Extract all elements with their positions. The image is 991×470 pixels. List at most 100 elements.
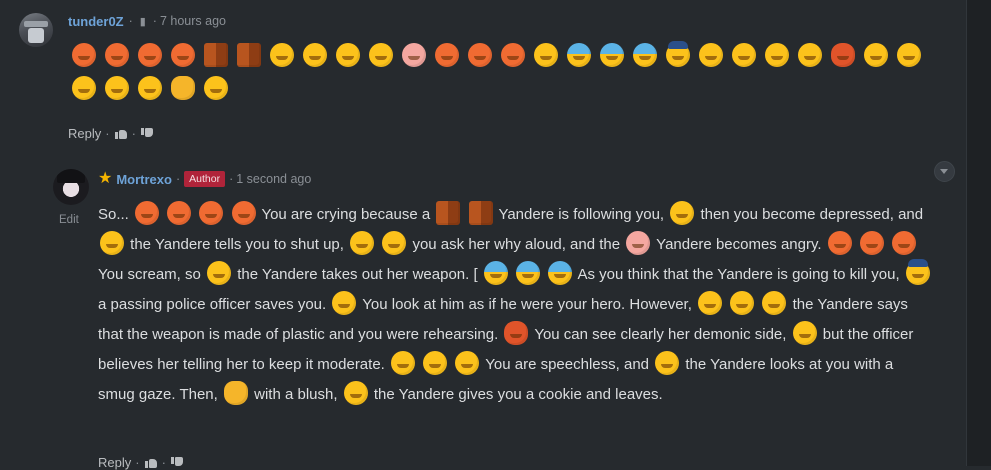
comment-text: then you become depressed, and — [700, 206, 924, 223]
tears-of-joy-icon — [171, 43, 195, 67]
tears-of-joy-icon — [199, 201, 224, 225]
comment-text: You can see clearly her demonic side, — [534, 326, 787, 343]
tears-of-joy-icon — [135, 201, 160, 225]
comment-text: the Yandere gives you a cookie and leave… — [373, 386, 663, 403]
comment-body: So... You are crying because a Yandere i… — [98, 200, 933, 410]
thinking-icon — [382, 231, 407, 255]
zipper-mouth-icon — [391, 351, 416, 375]
blushing-cat-icon — [171, 76, 195, 100]
cookie-face-icon — [204, 76, 228, 100]
winking-tongue-icon — [864, 43, 888, 67]
edit-link[interactable]: Edit — [59, 214, 79, 226]
timestamp[interactable]: 1 second ago — [236, 172, 311, 186]
smirking-icon — [138, 76, 162, 100]
comment-header: tunder0Z · ▮ · 7 hours ago — [68, 12, 226, 30]
angry-face-icon — [626, 231, 651, 255]
fearful-icon — [548, 261, 573, 285]
frowning-icon — [670, 201, 695, 225]
comment-text: You are crying because a — [261, 206, 431, 223]
tears-of-joy-icon — [501, 43, 525, 67]
zipper-mouth-icon — [897, 43, 921, 67]
devil-icon — [504, 321, 529, 345]
username[interactable]: tunder0Z — [68, 14, 124, 29]
comment-header: ★ Mortrexo · Author · 1 second ago — [98, 169, 311, 189]
username[interactable]: Mortrexo — [116, 172, 172, 187]
comment-text: Yandere becomes angry. — [656, 236, 822, 253]
sunglasses-knife-icon — [534, 43, 558, 67]
comment-text: you ask her why aloud, and the — [412, 236, 621, 253]
squinting-icon — [732, 43, 756, 67]
squinting-icon — [698, 291, 723, 315]
smirking-icon — [655, 351, 680, 375]
tears-of-joy-icon — [859, 231, 884, 255]
comment-text: the Yandere takes out her weapon. [ — [237, 266, 478, 283]
shushing-icon — [303, 43, 327, 67]
separator: · — [229, 172, 234, 186]
sunglasses-knife-icon — [207, 261, 232, 285]
devil-icon — [831, 43, 855, 67]
avatar[interactable] — [53, 169, 89, 205]
chevron-down-icon[interactable] — [934, 161, 955, 182]
zipper-mouth-icon — [455, 351, 480, 375]
separator: · — [152, 14, 157, 28]
brick-wall-runner-icon — [237, 43, 261, 67]
scrollbar-track[interactable] — [966, 0, 991, 466]
tears-of-joy-icon — [827, 231, 852, 255]
star-icon: ★ — [98, 170, 113, 187]
avatar[interactable] — [19, 13, 53, 47]
angry-face-icon — [402, 43, 426, 67]
comment-text: the Yandere tells you to shut up, — [130, 236, 344, 253]
tears-of-joy-icon — [468, 43, 492, 67]
comment-text: You are speechless, and — [485, 356, 649, 373]
squinting-icon — [765, 43, 789, 67]
timestamp[interactable]: 7 hours ago — [160, 14, 226, 28]
comment-actions: Reply · · — [68, 125, 154, 141]
hugging-star-icon — [332, 291, 357, 315]
separator: · — [135, 454, 140, 470]
comment-text: You look at him as if he were your hero.… — [362, 296, 692, 313]
comment-text: Yandere is following you, — [498, 206, 665, 223]
tears-of-joy-icon — [892, 231, 917, 255]
fearful-icon — [633, 43, 657, 67]
police-officer-icon — [666, 41, 690, 67]
comment-text: with a blush, — [254, 386, 338, 403]
fearful-icon — [483, 261, 508, 285]
reply-button[interactable]: Reply — [98, 455, 131, 470]
zipper-mouth-icon — [72, 76, 96, 100]
brick-wall-runner-icon — [204, 43, 228, 67]
comment-text: As you think that the Yandere is going t… — [577, 266, 900, 283]
separator: · — [128, 14, 133, 28]
fearful-icon — [515, 261, 540, 285]
fearful-icon — [567, 43, 591, 67]
tears-of-joy-icon — [167, 201, 192, 225]
reply-button[interactable]: Reply — [68, 126, 101, 141]
shushing-icon — [100, 231, 124, 255]
separator: · — [161, 454, 166, 470]
separator: · — [131, 125, 136, 141]
separator: · — [175, 172, 181, 186]
brick-wall-runner-icon — [468, 201, 493, 225]
author-badge: Author — [184, 171, 226, 187]
squinting-icon — [730, 291, 755, 315]
cookie-face-icon — [343, 381, 368, 405]
thumbs-up-icon[interactable] — [114, 128, 128, 139]
thinking-icon — [336, 43, 360, 67]
blushing-cat-icon — [223, 381, 248, 405]
comment-text: a passing police officer saves you. — [98, 296, 327, 313]
separator: · — [105, 125, 110, 141]
emoji-row — [72, 41, 932, 100]
hugging-star-icon — [699, 43, 723, 67]
winking-tongue-icon — [792, 321, 817, 345]
zipper-mouth-icon — [423, 351, 448, 375]
thumbs-down-icon[interactable] — [141, 128, 154, 139]
police-officer-icon — [905, 259, 930, 285]
frowning-icon — [270, 43, 294, 67]
tears-of-joy-icon — [231, 201, 256, 225]
tears-of-joy-icon — [435, 43, 459, 67]
zipper-mouth-icon — [105, 76, 129, 100]
tears-of-joy-icon — [105, 43, 129, 67]
pin-icon: ▮ — [139, 15, 146, 28]
brick-wall-runner-icon — [436, 201, 461, 225]
squinting-icon — [798, 43, 822, 67]
comment-text: So... — [98, 206, 129, 223]
